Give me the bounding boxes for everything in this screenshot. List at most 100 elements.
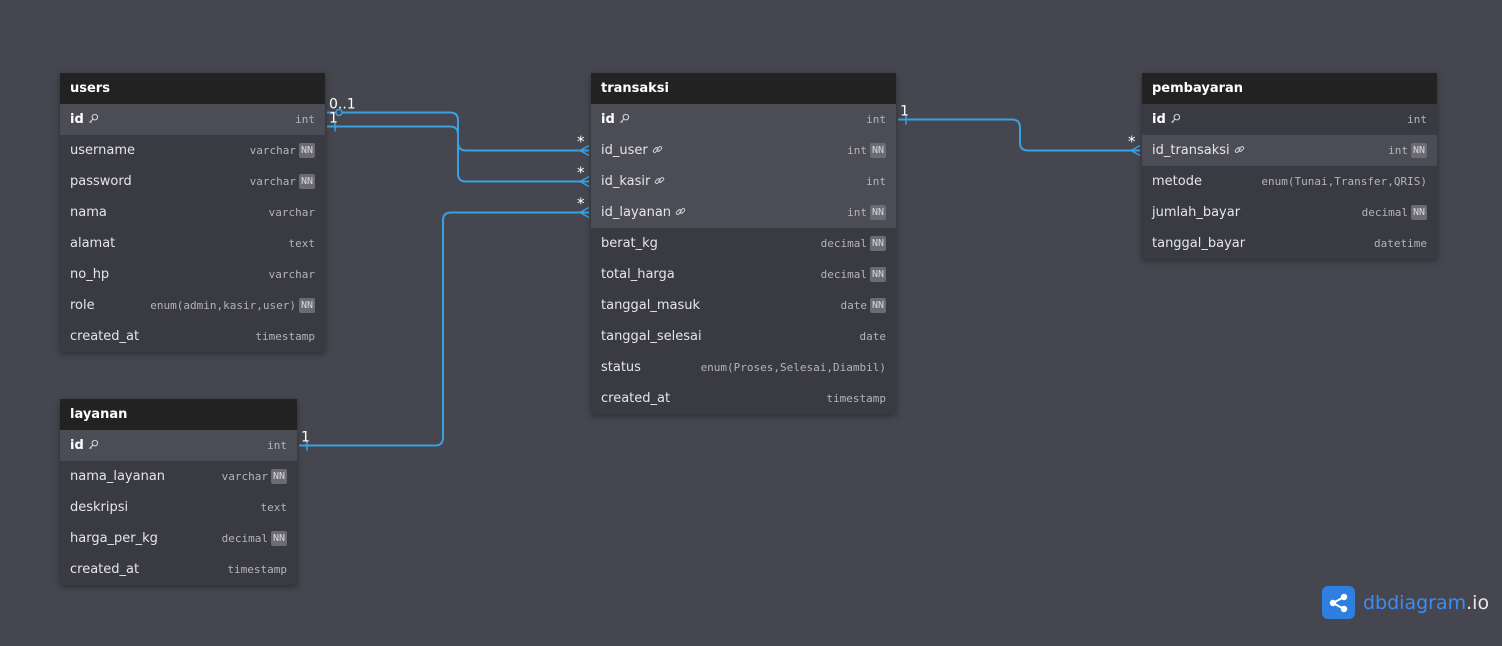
field-type-text: timestamp [255,330,315,343]
field-row-id_kasir[interactable]: id_kasir int [591,166,896,197]
not-null-badge: NN [270,531,287,546]
field-type: varchar [269,206,315,219]
field-row-nama_layanan[interactable]: nama_layanan varchar NN [60,461,297,492]
field-name: created_at [601,391,670,406]
field-name: id [601,112,630,127]
field-row-created_at[interactable]: created_at timestamp [60,554,297,585]
field-name: id [70,438,99,453]
field-row-status[interactable]: status enum(Proses,Selesai,Diambil) [591,352,896,383]
field-name: created_at [70,329,139,344]
field-name-text: username [70,143,135,158]
field-row-tanggal_bayar[interactable]: tanggal_bayar datetime [1142,228,1437,259]
field-row-role[interactable]: role enum(admin,kasir,user) NN [60,290,325,321]
table-header[interactable]: transaksi [591,73,896,104]
field-type: date NN [840,298,886,313]
field-name-text: password [70,174,132,189]
field-type: decimal NN [821,267,886,282]
field-row-id[interactable]: id int [591,104,896,135]
field-type-text: int [1407,113,1427,126]
not-null-badge: NN [298,143,315,158]
field-type: timestamp [227,563,287,576]
diagram-canvas[interactable]: 0..1 * 1 * 1 * 1 * users id int username varchar NN p… [0,0,1502,646]
field-row-password[interactable]: password varchar NN [60,166,325,197]
field-row-created_at[interactable]: created_at timestamp [60,321,325,352]
field-name: jumlah_bayar [1152,205,1240,220]
field-name-text: status [601,360,641,375]
field-name: tanggal_selesai [601,329,702,344]
field-row-metode[interactable]: metode enum(Tunai,Transfer,QRIS) [1142,166,1437,197]
field-name-text: id [70,112,84,127]
field-name-text: total_harga [601,267,675,282]
field-row-id[interactable]: id int [60,104,325,135]
field-row-berat_kg[interactable]: berat_kg decimal NN [591,228,896,259]
field-row-no_hp[interactable]: no_hp varchar [60,259,325,290]
field-name: status [601,360,641,375]
field-row-nama[interactable]: nama varchar [60,197,325,228]
link-icon [652,144,663,158]
field-row-id_transaksi[interactable]: id_transaksi int NN [1142,135,1437,166]
field-name: role [70,298,95,313]
field-row-deskripsi[interactable]: deskripsi text [60,492,297,523]
field-row-total_harga[interactable]: total_harga decimal NN [591,259,896,290]
table-header[interactable]: layanan [60,399,297,430]
table-layanan[interactable]: layanan id int nama_layanan varchar NN deskrip… [60,399,297,585]
field-name-text: no_hp [70,267,110,282]
field-name: berat_kg [601,236,658,251]
field-row-id_user[interactable]: id_user int NN [591,135,896,166]
field-name-text: nama_layanan [70,469,166,484]
field-name-text: id_layanan [601,205,672,220]
field-type-text: int [1388,144,1408,157]
field-name: id [70,112,99,127]
field-row-jumlah_bayar[interactable]: jumlah_bayar decimal NN [1142,197,1437,228]
field-name-text: deskripsi [70,500,129,515]
not-null-badge: NN [1410,205,1427,220]
field-type: int [267,439,287,452]
table-pembayaran[interactable]: pembayaran id int id_transaksi int NN metode en… [1142,73,1437,259]
field-row-id_layanan[interactable]: id_layanan int NN [591,197,896,228]
field-type: varchar NN [250,174,315,189]
field-type: timestamp [826,392,886,405]
field-type-text: text [260,501,288,514]
key-icon [88,439,99,453]
dbdiagram-logo[interactable]: dbdiagram.io [1322,586,1489,619]
not-null-badge: NN [270,469,287,484]
field-type-text: varchar [249,144,296,157]
table-users[interactable]: users id int username varchar NN password varch… [60,73,325,352]
field-row-id[interactable]: id int [1142,104,1437,135]
field-type-text: int [866,175,886,188]
field-type: int [866,175,886,188]
not-null-badge: NN [869,298,886,313]
field-name-text: berat_kg [601,236,658,251]
field-name-text: id_kasir [601,174,651,189]
cardinality-label-source: 1 [301,430,310,446]
field-row-tanggal_selesai[interactable]: tanggal_selesai date [591,321,896,352]
field-row-tanggal_masuk[interactable]: tanggal_masuk date NN [591,290,896,321]
field-name: total_harga [601,267,675,282]
field-type-text: enum(Proses,Selesai,Diambil) [700,361,886,374]
field-type-text: varchar [268,268,315,281]
cardinality-label-target: * [577,133,585,151]
cardinality-label-target: * [1128,133,1136,151]
field-type-text: int [847,144,867,157]
field-name-text: created_at [70,329,140,344]
field-name-text: metode [1152,174,1202,189]
field-type-text: decimal [221,532,268,545]
field-type: decimal NN [821,236,886,251]
field-name: id_transaksi [1152,143,1245,158]
field-type-text: timestamp [227,563,287,576]
field-row-alamat[interactable]: alamat text [60,228,325,259]
field-row-id[interactable]: id int [60,430,297,461]
field-row-username[interactable]: username varchar NN [60,135,325,166]
field-row-created_at[interactable]: created_at timestamp [591,383,896,414]
logo-name: dbdiagram [1363,591,1467,614]
table-header[interactable]: users [60,73,325,104]
not-null-badge: NN [298,174,315,189]
table-transaksi[interactable]: transaksi id int id_user int NN id_kasir int id_… [591,73,896,414]
field-type: enum(admin,kasir,user) NN [150,298,315,313]
field-row-harga_per_kg[interactable]: harga_per_kg decimal NN [60,523,297,554]
relationship-line [898,118,1140,152]
link-icon [654,175,665,189]
not-null-badge: NN [869,143,886,158]
field-type: varchar [269,268,315,281]
table-header[interactable]: pembayaran [1142,73,1437,104]
